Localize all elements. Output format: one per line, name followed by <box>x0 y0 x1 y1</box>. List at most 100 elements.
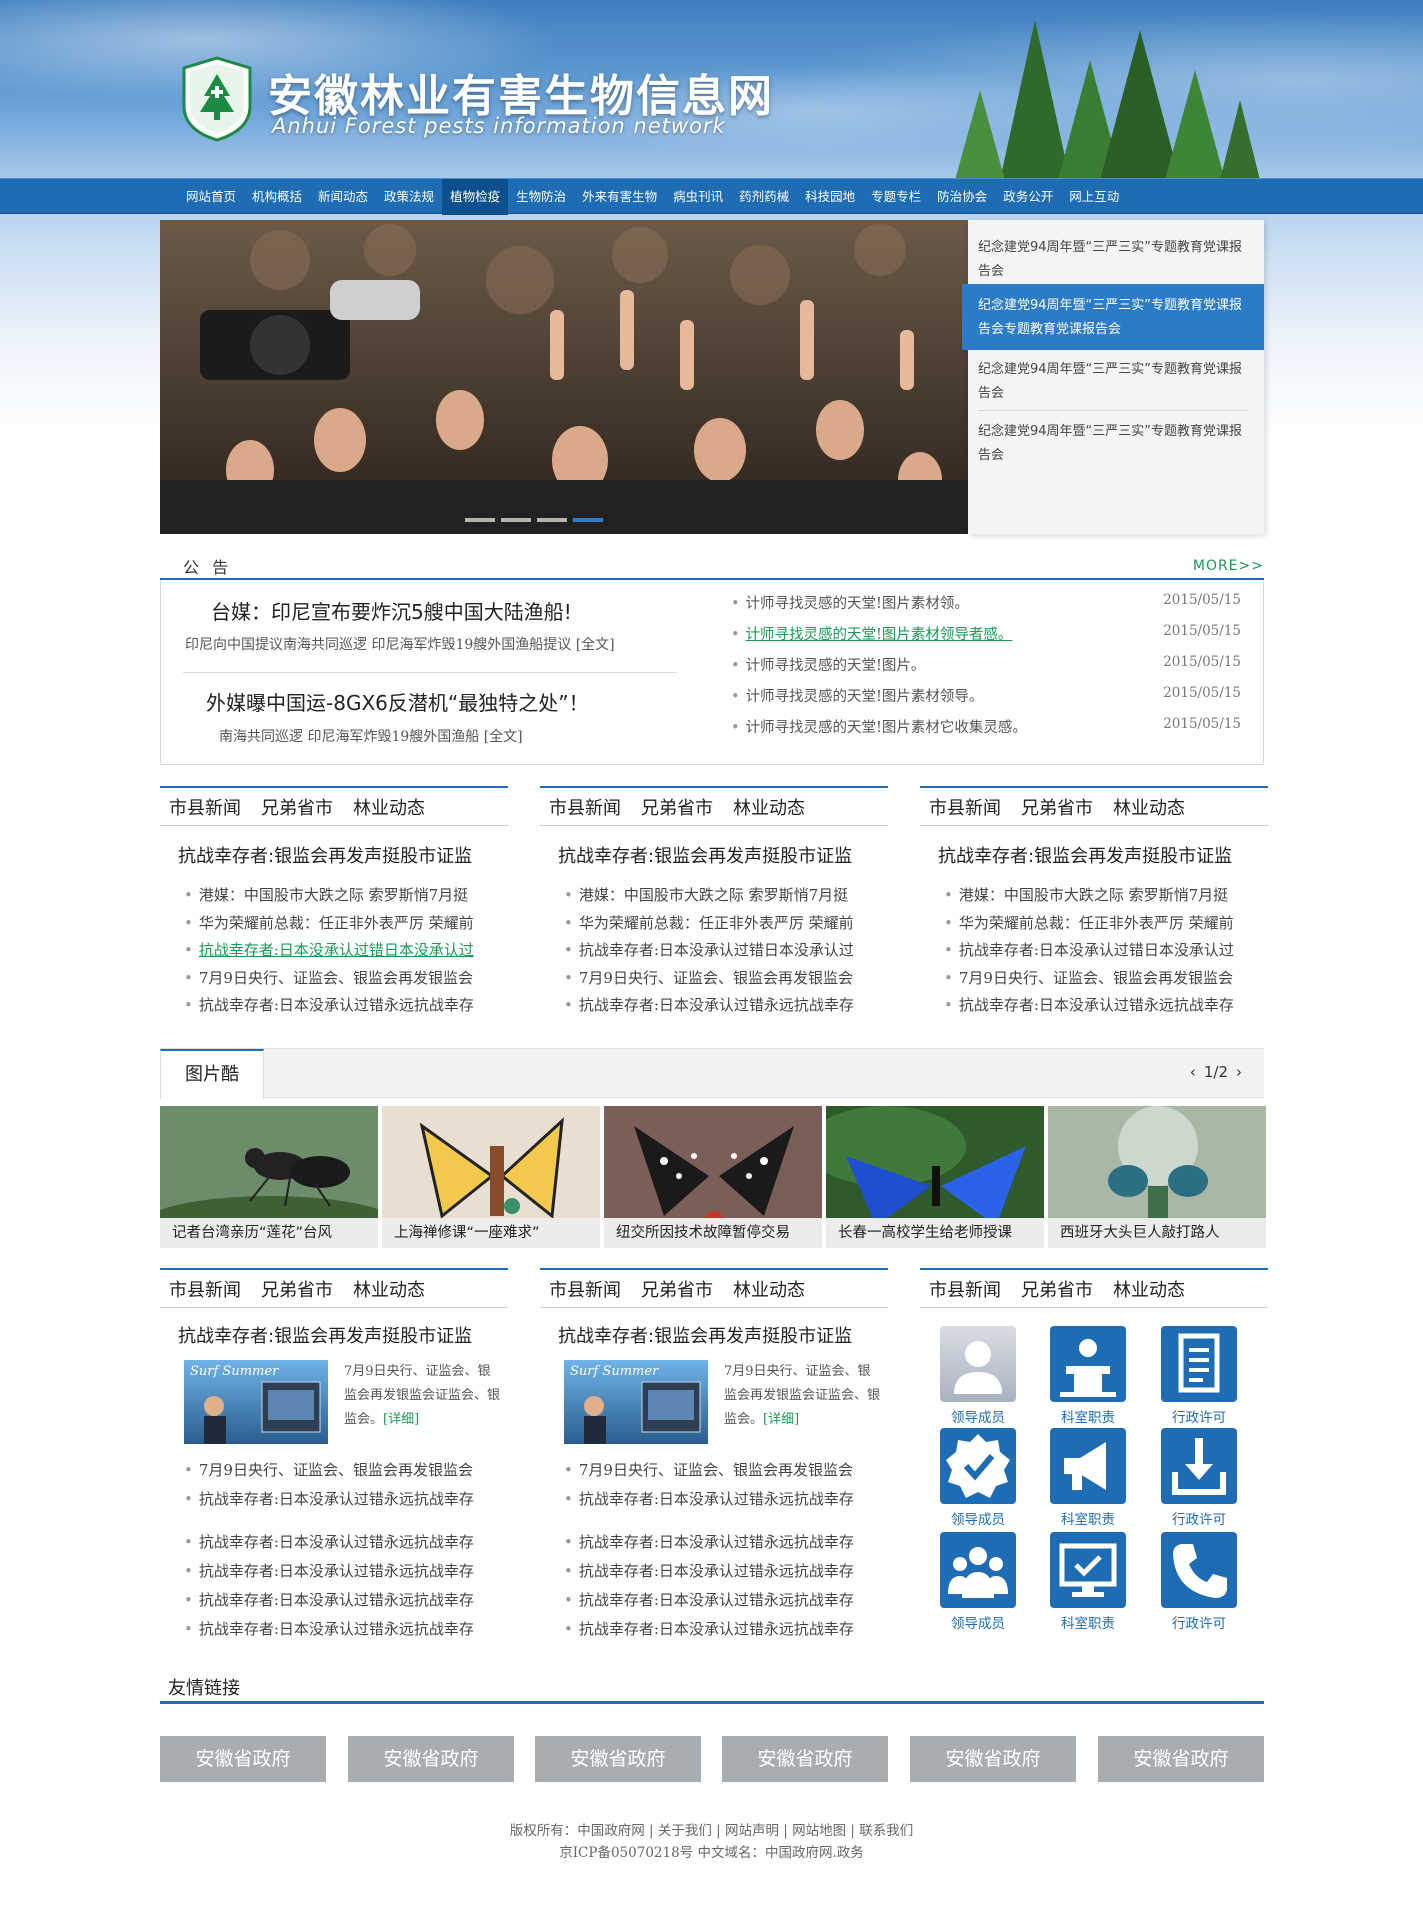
icon-label[interactable]: 领导成员 <box>928 1406 1028 1426</box>
nav-item-7[interactable]: 病虫刊讯 <box>665 179 731 215</box>
download-icon[interactable] <box>1161 1428 1237 1504</box>
news-headline[interactable]: 抗战幸存者:银监会再发声挺股市证监 <box>558 1322 888 1348</box>
news-item-title[interactable]: 7月9日央行、证监会、银监会再发银监会 <box>579 1461 853 1479</box>
nav-item-10[interactable]: 专题专栏 <box>863 179 929 215</box>
notice-item-title[interactable]: 计师寻找灵感的天堂!图片素材领导。 <box>746 689 984 705</box>
notice-headline-1[interactable]: 台媒：印尼宣布要炸沉5艘中国大陆渔船! <box>211 596 572 625</box>
friend-link-button[interactable]: 安徽省政府 <box>722 1736 888 1782</box>
news-list-item[interactable]: • 抗战幸存者:日本没承认过错永远抗战幸存 <box>184 1615 508 1644</box>
tab-county-news[interactable]: 市县新闻 <box>549 794 621 820</box>
notice-item-title[interactable]: 计师寻找灵感的天堂!图片素材领。 <box>746 596 969 612</box>
nav-item-12[interactable]: 政务公开 <box>995 179 1061 215</box>
friend-link-button[interactable]: 安徽省政府 <box>910 1736 1076 1782</box>
news-item-title[interactable]: 港媒：中国股市大跌之际 索罗斯悄7月挺 <box>579 886 848 904</box>
news-item-title[interactable]: 抗战幸存者:日本没承认过错永远抗战幸存 <box>199 1620 474 1638</box>
news-list-item[interactable]: • 抗战幸存者:日本没承认过错永远抗战幸存 <box>564 1485 888 1514</box>
tab-provinces[interactable]: 兄弟省市 <box>1021 1276 1093 1302</box>
tab-provinces[interactable]: 兄弟省市 <box>641 1276 713 1302</box>
document-icon[interactable] <box>1161 1326 1237 1402</box>
news-item-title[interactable]: 抗战幸存者:日本没承认过错永远抗战幸存 <box>959 996 1234 1014</box>
footer-links[interactable]: 版权所有：中国政府网 | 关于我们 | 网站声明 | 网站地图 | 联系我们 <box>0 1820 1423 1842</box>
picture-caption[interactable]: 长春一高校学生给老师授课 <box>826 1218 1044 1248</box>
news-item-title[interactable]: 抗战幸存者:日本没承认过错日本没承认过 <box>199 941 474 959</box>
tab-county-news[interactable]: 市县新闻 <box>549 1276 621 1302</box>
news-list-item[interactable]: • 7月9日央行、证监会、银监会再发银监会 <box>564 1456 888 1485</box>
picture-card[interactable]: 纽交所因技术故障暂停交易 <box>604 1106 822 1248</box>
megaphone-icon[interactable] <box>1050 1428 1126 1504</box>
badge-check-icon[interactable] <box>940 1428 1016 1504</box>
hero-slider[interactable] <box>160 220 968 534</box>
icon-label[interactable]: 领导成员 <box>928 1612 1028 1632</box>
news-item-title[interactable]: 抗战幸存者:日本没承认过错日本没承认过 <box>959 941 1234 959</box>
news-list-item[interactable]: • 抗战幸存者:日本没承认过错日本没承认过 <box>564 937 888 965</box>
notice-headline-2[interactable]: 外媒曝中国运-8GX6反潜机“最独特之处”！ <box>206 687 589 716</box>
news-item-title[interactable]: 抗战幸存者:日本没承认过错日本没承认过 <box>579 941 854 959</box>
feature-more-link[interactable]: [详细] <box>383 1412 419 1427</box>
news-list-item[interactable]: • 抗战幸存者:日本没承认过错永远抗战幸存 <box>564 1586 888 1615</box>
news-item-title[interactable]: 7月9日央行、证监会、银监会再发银监会 <box>199 969 473 987</box>
nav-item-11[interactable]: 防治协会 <box>929 179 995 215</box>
icon-label[interactable]: 科室职责 <box>1038 1612 1138 1632</box>
nav-item-4[interactable]: 植物检疫 <box>442 179 509 215</box>
pictures-tab[interactable]: 图片酷 <box>160 1049 264 1099</box>
tab-county-news[interactable]: 市县新闻 <box>929 794 1001 820</box>
news-item-title[interactable]: 华为荣耀前总裁：任正非外表严厉 荣耀前 <box>959 914 1234 932</box>
tab-county-news[interactable]: 市县新闻 <box>929 1276 1001 1302</box>
user-icon[interactable] <box>940 1326 1016 1402</box>
news-thumb[interactable]: Surf Summer <box>564 1360 708 1444</box>
icon-label[interactable]: 科室职责 <box>1038 1508 1138 1528</box>
news-item-title[interactable]: 抗战幸存者:日本没承认过错永远抗战幸存 <box>579 1490 854 1508</box>
nav-item-5[interactable]: 生物防治 <box>508 179 574 215</box>
notice-list-item[interactable]: • 计师寻找灵感的天堂!图片素材领。 2015/05/15 <box>731 592 1241 613</box>
slider-dot[interactable] <box>465 518 495 522</box>
nav-item-6[interactable]: 外来有害生物 <box>574 179 665 215</box>
picture-card[interactable]: 记者台湾亲历“莲花”台风 <box>160 1106 378 1248</box>
nav-item-2[interactable]: 新闻动态 <box>310 179 376 215</box>
chevron-right-icon[interactable]: › <box>1236 1063 1242 1081</box>
news-item-title[interactable]: 抗战幸存者:日本没承认过错永远抗战幸存 <box>579 996 854 1014</box>
news-item-title[interactable]: 抗战幸存者:日本没承认过错永远抗战幸存 <box>579 1533 854 1551</box>
news-list-item[interactable]: • 抗战幸存者:日本没承认过错永远抗战幸存 <box>564 1528 888 1557</box>
chevron-left-icon[interactable]: ‹ <box>1190 1063 1196 1081</box>
news-item-title[interactable]: 抗战幸存者:日本没承认过错永远抗战幸存 <box>199 1591 474 1609</box>
group-icon[interactable] <box>940 1532 1016 1608</box>
icon-label[interactable]: 行政许可 <box>1149 1612 1249 1632</box>
notice-more-link[interactable]: MORE>> <box>1193 558 1264 574</box>
news-list-item[interactable]: • 抗战幸存者:日本没承认过错永远抗战幸存 <box>564 992 888 1020</box>
news-item-title[interactable]: 抗战幸存者:日本没承认过错永远抗战幸存 <box>579 1591 854 1609</box>
tab-county-news[interactable]: 市县新闻 <box>169 794 241 820</box>
tab-forestry[interactable]: 林业动态 <box>1113 1276 1185 1302</box>
friend-link-button[interactable]: 安徽省政府 <box>348 1736 514 1782</box>
tab-forestry[interactable]: 林业动态 <box>1113 794 1185 820</box>
notice-summary-1[interactable]: 印尼向中国提议南海共同巡逻 印尼海军炸毁19艘外国渔船提议 [全文] <box>185 634 615 654</box>
news-list-item[interactable]: • 抗战幸存者:日本没承认过错永远抗战幸存 <box>184 1528 508 1557</box>
news-item-title[interactable]: 抗战幸存者:日本没承认过错永远抗战幸存 <box>199 996 474 1014</box>
news-list-item[interactable]: • 抗战幸存者:日本没承认过错日本没承认过 <box>184 937 508 965</box>
nav-item-9[interactable]: 科技园地 <box>797 179 863 215</box>
nav-item-1[interactable]: 机构概括 <box>244 179 310 215</box>
notice-item-title[interactable]: 计师寻找灵感的天堂!图片素材领导者感。 <box>746 627 1013 643</box>
news-list-item[interactable]: • 抗战幸存者:日本没承认过错永远抗战幸存 <box>564 1557 888 1586</box>
desk-icon[interactable] <box>1050 1326 1126 1402</box>
slider-caption-item[interactable]: 纪念建党94周年暨“三严三实”专题教育党课报告会 <box>968 236 1264 284</box>
logo-shield-icon[interactable] <box>180 56 254 142</box>
picture-caption[interactable]: 纽交所因技术故障暂停交易 <box>604 1218 822 1248</box>
feature-more-link[interactable]: [详细] <box>763 1412 799 1427</box>
news-list-item[interactable]: • 抗战幸存者:日本没承认过错永远抗战幸存 <box>184 1586 508 1615</box>
picture-card[interactable]: 西班牙大头巨人敲打路人 <box>1048 1106 1266 1248</box>
news-list-item[interactable]: • 港媒：中国股市大跌之际 索罗斯悄7月挺 <box>184 882 508 910</box>
tab-county-news[interactable]: 市县新闻 <box>169 1276 241 1302</box>
news-item-title[interactable]: 抗战幸存者:日本没承认过错永远抗战幸存 <box>579 1620 854 1638</box>
news-list-item[interactable]: • 华为荣耀前总裁：任正非外表严厉 荣耀前 <box>564 910 888 938</box>
picture-caption[interactable]: 上海禅修课“一座难求” <box>382 1218 600 1248</box>
news-list-item[interactable]: • 抗战幸存者:日本没承认过错永远抗战幸存 <box>184 992 508 1020</box>
notice-item-title[interactable]: 计师寻找灵感的天堂!图片素材它收集灵感。 <box>746 720 1027 736</box>
news-item-title[interactable]: 华为荣耀前总裁：任正非外表严厉 荣耀前 <box>579 914 854 932</box>
tab-forestry[interactable]: 林业动态 <box>353 794 425 820</box>
news-item-title[interactable]: 抗战幸存者:日本没承认过错永远抗战幸存 <box>579 1562 854 1580</box>
slider-dot[interactable] <box>573 518 603 522</box>
picture-card[interactable]: 上海禅修课“一座难求” <box>382 1106 600 1248</box>
nav-item-8[interactable]: 药剂药械 <box>731 179 797 215</box>
news-item-title[interactable]: 抗战幸存者:日本没承认过错永远抗战幸存 <box>199 1490 474 1508</box>
notice-summary-2[interactable]: 南海共同巡逻 印尼海军炸毁19艘外国渔船 [全文] <box>219 726 523 746</box>
